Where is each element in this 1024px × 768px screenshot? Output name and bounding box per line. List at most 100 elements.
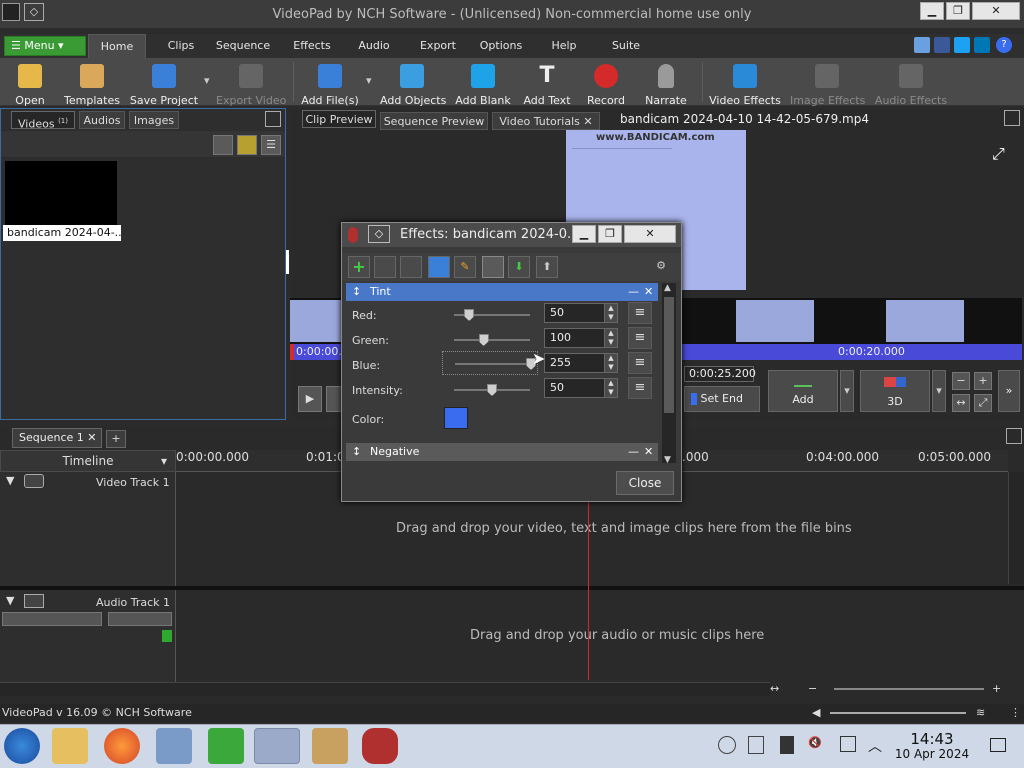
speaker-icon[interactable] bbox=[24, 594, 44, 608]
show-desktop-icon[interactable] bbox=[990, 738, 1006, 752]
twitter-icon[interactable] bbox=[954, 37, 970, 53]
sequence-tab[interactable]: Sequence 1 ✕ bbox=[12, 428, 102, 448]
red-slider[interactable] bbox=[454, 307, 532, 323]
scroll-thumb[interactable] bbox=[664, 297, 674, 413]
control-panel-icon[interactable] bbox=[156, 728, 192, 764]
clock-time[interactable]: 14:43 bbox=[906, 730, 958, 748]
add-text-button[interactable]: T Add Text bbox=[520, 64, 574, 108]
fit-all-icon[interactable]: ⤢ bbox=[974, 394, 992, 412]
intensity-slider[interactable] bbox=[454, 382, 532, 398]
remove-effect-icon[interactable]: ✕ bbox=[644, 443, 653, 461]
start-button-icon[interactable] bbox=[4, 728, 40, 764]
tab-audio[interactable]: Audio bbox=[352, 34, 396, 58]
file-manager-icon[interactable] bbox=[52, 728, 88, 764]
red-keyframe-menu-button[interactable]: ≡ bbox=[628, 302, 652, 324]
more-icon[interactable]: ⋮ bbox=[1010, 706, 1021, 719]
drag-handle-icon[interactable]: ↕ bbox=[352, 283, 361, 301]
save-project-button[interactable]: Save Project bbox=[128, 64, 200, 108]
add-to-sequence-button[interactable]: Add bbox=[768, 370, 838, 412]
linkedin-icon[interactable] bbox=[974, 37, 990, 53]
move-down-icon[interactable]: ⬇ bbox=[508, 256, 530, 278]
dialog-close-button[interactable]: ✕ bbox=[624, 225, 676, 243]
blue-keyframe-menu-button[interactable]: ≡ bbox=[628, 352, 652, 374]
zoom-out-icon[interactable]: − bbox=[808, 682, 817, 695]
zoom-slider[interactable] bbox=[834, 688, 984, 690]
image-effects-button[interactable]: Image Effects bbox=[790, 64, 865, 108]
negative-effect-header[interactable]: ↕ Negative — ✕ bbox=[346, 443, 658, 461]
tint-effect-header[interactable]: ↕ Tint — ✕ bbox=[346, 283, 658, 301]
add-files-button[interactable]: Add File(s) bbox=[300, 64, 360, 108]
delete-keyframe-icon[interactable] bbox=[400, 256, 422, 278]
more-controls-icon[interactable]: » bbox=[998, 370, 1020, 412]
dialog-minimize-button[interactable]: ▁ bbox=[572, 225, 596, 243]
settings-icon[interactable]: ⚙ bbox=[650, 256, 672, 278]
zoom-out-icon[interactable]: − bbox=[952, 372, 970, 390]
3d-button[interactable]: 3D bbox=[860, 370, 930, 412]
bin-tab-audios[interactable]: Audios bbox=[79, 111, 125, 129]
blue-slider[interactable] bbox=[442, 351, 538, 375]
collapse-arrow-icon[interactable]: ▼ bbox=[6, 594, 14, 607]
tab-sequence[interactable]: Sequence bbox=[214, 34, 272, 58]
tray-mute-icon[interactable]: 🔇 bbox=[808, 736, 826, 754]
volume-slider[interactable] bbox=[2, 612, 102, 626]
maximize-button[interactable]: ❐ bbox=[946, 2, 970, 20]
undock-icon[interactable] bbox=[1004, 110, 1020, 126]
speaker-icon[interactable]: ◀ bbox=[812, 706, 820, 719]
add-effect-icon[interactable]: + bbox=[348, 256, 370, 278]
clock-date[interactable]: 10 Apr 2024 bbox=[890, 747, 974, 761]
save-preset-icon[interactable] bbox=[428, 256, 450, 278]
minimize-button[interactable]: ▁ bbox=[920, 2, 944, 20]
templates-button[interactable]: Templates bbox=[62, 64, 122, 108]
pan-slider[interactable] bbox=[108, 612, 172, 626]
download-icon[interactable] bbox=[208, 728, 244, 764]
tray-bell-icon[interactable] bbox=[718, 736, 736, 754]
tray-chevron-up-icon[interactable]: ︿ bbox=[868, 736, 882, 756]
3d-dropdown-icon[interactable]: ▾ bbox=[932, 370, 946, 412]
collapse-effect-icon[interactable]: — bbox=[628, 283, 639, 301]
tab-clip-preview[interactable]: Clip Preview bbox=[302, 110, 376, 128]
add-files-dropdown-icon[interactable]: ▾ bbox=[366, 74, 372, 87]
close-tab-icon[interactable]: ✕ bbox=[583, 115, 592, 128]
undock-icon[interactable] bbox=[265, 111, 281, 127]
add-dropdown-icon[interactable]: ▾ bbox=[840, 370, 854, 412]
add-blank-button[interactable]: Add Blank bbox=[454, 64, 512, 108]
tray-drive-icon[interactable] bbox=[780, 736, 794, 754]
loop-button[interactable] bbox=[326, 386, 342, 412]
wine-icon[interactable] bbox=[362, 728, 398, 764]
add-objects-button[interactable]: Add Objects bbox=[380, 64, 446, 108]
tab-clips[interactable]: Clips bbox=[160, 34, 202, 58]
tab-suite[interactable]: Suite bbox=[604, 34, 648, 58]
export-video-button[interactable]: Export Video bbox=[216, 64, 286, 108]
move-up-icon[interactable]: ⬆ bbox=[536, 256, 558, 278]
scroll-up-icon[interactable]: ▲ bbox=[664, 283, 671, 293]
tray-alert-icon[interactable] bbox=[840, 736, 856, 752]
system-menu-icon[interactable]: ◇ bbox=[368, 225, 390, 243]
play-button[interactable]: ▶ bbox=[298, 386, 322, 412]
main-menu-button[interactable]: ☰ Menu ▾ bbox=[4, 36, 86, 56]
tab-sequence-preview[interactable]: Sequence Preview bbox=[380, 112, 488, 130]
help-icon[interactable]: ? bbox=[996, 37, 1012, 53]
zoom-in-icon[interactable]: + bbox=[992, 682, 1001, 695]
timeline-hscroll[interactable] bbox=[0, 682, 770, 696]
tab-home[interactable]: Home bbox=[88, 34, 146, 58]
red-spinner[interactable]: ▲ ▼ bbox=[604, 303, 618, 323]
clip-thumbnail[interactable] bbox=[5, 161, 117, 225]
trash-icon[interactable] bbox=[213, 135, 233, 155]
record-button[interactable]: Record bbox=[584, 64, 628, 108]
audio-effects-button[interactable]: Audio Effects bbox=[874, 64, 948, 108]
add-keyframe-icon[interactable] bbox=[374, 256, 396, 278]
drag-handle-icon[interactable]: ↕ bbox=[352, 443, 361, 461]
close-button[interactable]: ✕ bbox=[972, 2, 1020, 20]
green-slider[interactable] bbox=[454, 332, 532, 348]
tab-video-tutorials[interactable]: Video Tutorials ✕ bbox=[492, 112, 600, 130]
collapse-arrow-icon[interactable]: ▼ bbox=[6, 474, 14, 487]
edit-icon[interactable]: ✎ bbox=[454, 256, 476, 278]
thumbs-up-icon[interactable] bbox=[914, 37, 930, 53]
videopad-taskbar-icon[interactable] bbox=[254, 728, 300, 764]
social-icons[interactable]: ? bbox=[914, 37, 1020, 55]
color-swatch[interactable] bbox=[444, 407, 468, 429]
bin-tab-images[interactable]: Images bbox=[129, 111, 179, 129]
bin-tab-videos[interactable]: Videos (1) bbox=[11, 111, 75, 131]
set-end-button[interactable]: Set End bbox=[684, 386, 760, 412]
zoom-in-icon[interactable]: + bbox=[974, 372, 992, 390]
